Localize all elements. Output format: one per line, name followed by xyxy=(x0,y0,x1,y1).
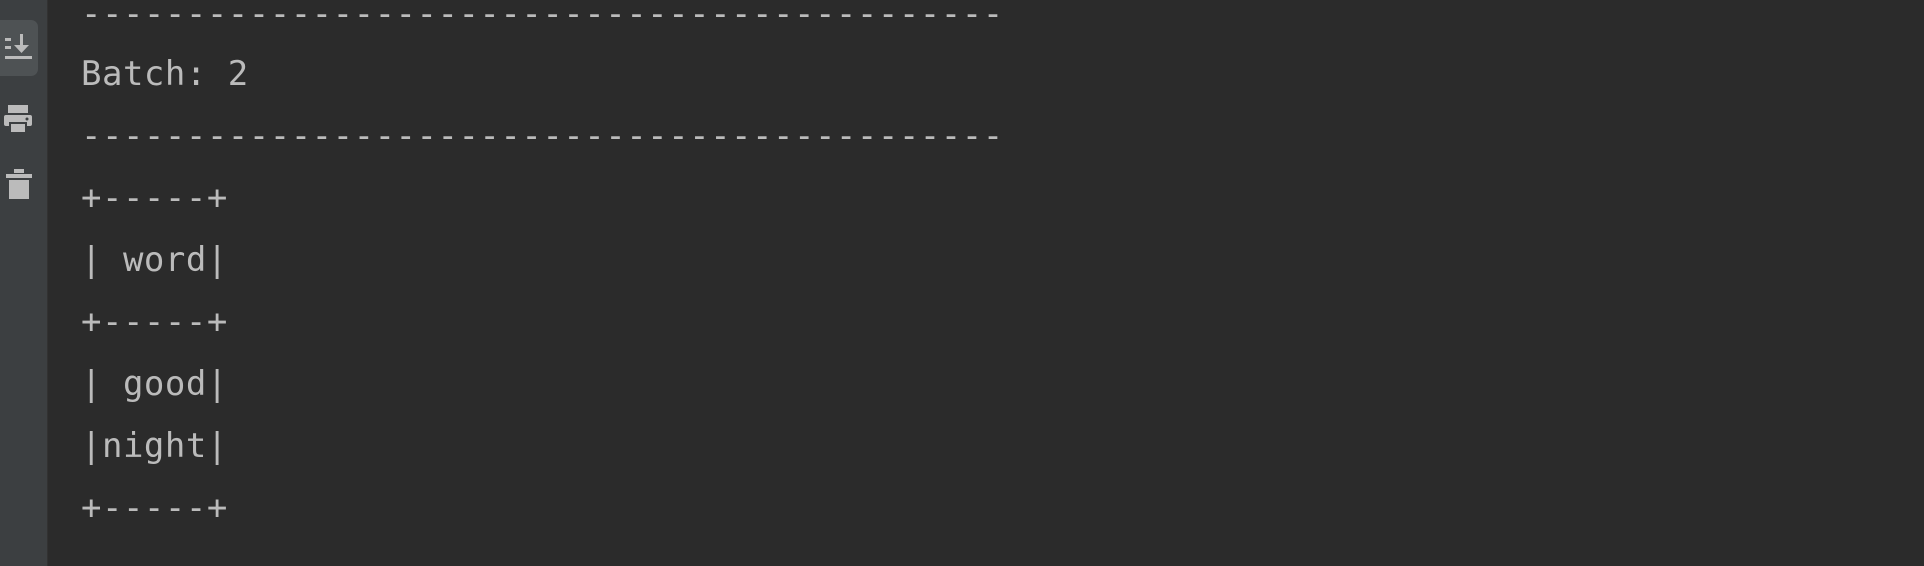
console-output[interactable]: ----------------------------------------… xyxy=(81,0,1924,566)
table-row: | good| xyxy=(81,364,228,404)
print-button[interactable] xyxy=(0,92,38,148)
trash-icon xyxy=(6,168,32,200)
table-border: +-----+ xyxy=(81,302,228,342)
table-border: +-----+ xyxy=(81,178,228,218)
scroll-to-end-icon xyxy=(4,33,34,63)
print-icon xyxy=(4,104,34,136)
table-header-row: | word| xyxy=(81,240,228,280)
clear-all-button[interactable] xyxy=(0,156,38,212)
table-row: |night| xyxy=(81,426,228,466)
separator-line: ----------------------------------------… xyxy=(81,116,1004,156)
batch-label: Batch: 2 xyxy=(81,54,249,94)
table-border: +-----+ xyxy=(81,488,228,528)
run-console-window: ----------------------------------------… xyxy=(0,0,1924,566)
scroll-to-end-button[interactable] xyxy=(0,20,38,76)
separator-line: ----------------------------------------… xyxy=(81,0,1004,34)
console-toolbar xyxy=(0,0,48,566)
